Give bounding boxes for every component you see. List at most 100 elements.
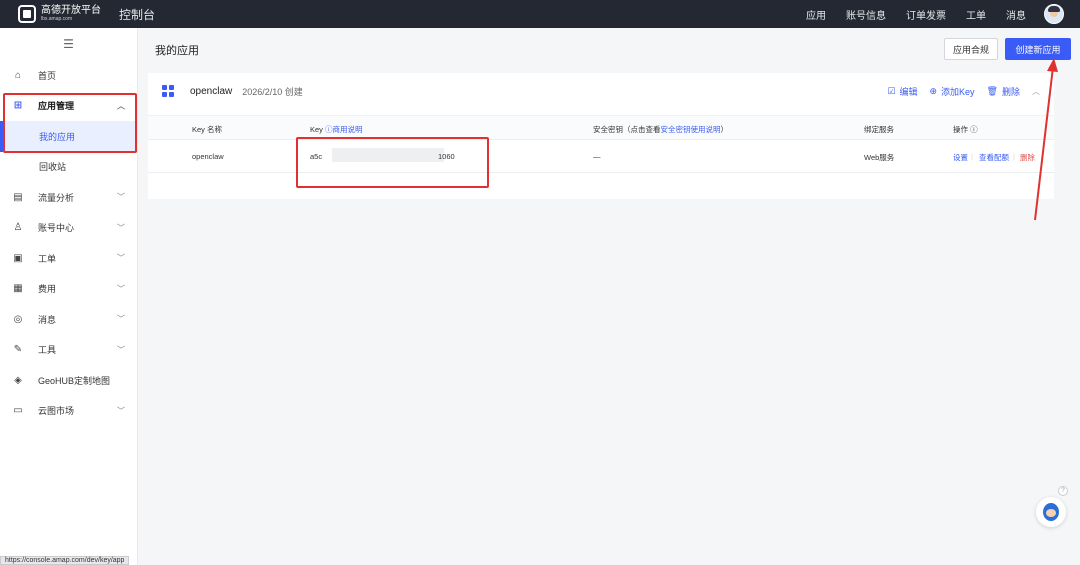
page-title: 我的应用 (155, 45, 199, 57)
sidebar-item-traffic[interactable]: ▤ 流量分析 ﹀ (0, 182, 137, 213)
divider: | (1013, 152, 1015, 161)
chevron-down-icon: ﹀ (117, 345, 125, 355)
sidebar-item-label: 应用管理 (38, 101, 75, 112)
nav-tickets[interactable]: 工单 (966, 7, 986, 22)
app-name: openclaw (190, 85, 233, 97)
chevron-down-icon: ﹀ (117, 192, 125, 202)
chevron-down-icon: ﹀ (117, 314, 125, 324)
col-ops-label: 操作 (953, 125, 968, 134)
logo-icon (18, 5, 36, 23)
nav-account[interactable]: 账号信息 (846, 7, 886, 22)
sidebar-item-label: 流量分析 (38, 192, 75, 203)
sidebar-item-label: 账号中心 (38, 223, 75, 234)
delete-app-button[interactable]: 🗑 删除 (987, 85, 1020, 98)
chart-icon: ▤ (13, 191, 23, 203)
sidebar-item-label: 工单 (38, 253, 57, 264)
app-created-date: 2026/2/10 创建 (242, 86, 303, 97)
edit-icon: ☑ (887, 85, 896, 96)
store-icon: ▭ (13, 405, 23, 417)
app-card: openclaw 2026/2/10 创建 ☑ 编辑 ⊕ 添加Key 🗑 删除 ︿ K… (148, 73, 1054, 199)
app-card-header: openclaw 2026/2/10 创建 ☑ 编辑 ⊕ 添加Key 🗑 删除 ︿ (148, 73, 1054, 109)
wrench-icon: ✎ (13, 344, 23, 356)
sidebar-item-label: 消息 (38, 314, 57, 325)
top-nav: 应用 账号信息 订单发票 工单 消息 (786, 4, 1080, 24)
secret-help-link[interactable]: 安全密钥使用说明 (661, 125, 721, 134)
sidebar-item-label: 首页 (38, 70, 57, 81)
annotation-arrow (1034, 58, 1058, 221)
view-quota-link[interactable]: 查看配额 (979, 152, 1009, 163)
help-circle-icon: ⓘ (325, 125, 333, 134)
row-key-suffix: 1060 (438, 152, 455, 161)
add-key-button[interactable]: ⊕ 添加Key (929, 85, 974, 98)
status-url: https://console.amap.com/dev/key/app (0, 556, 130, 565)
user-icon: ♙ (13, 222, 23, 234)
chevron-up-icon: ︿ (117, 101, 125, 111)
col-key-name: Key 名称 (192, 125, 223, 134)
col-key-label: Key (310, 125, 323, 134)
grid-icon: ⊞ (13, 100, 23, 112)
chevron-down-icon: ﹀ (117, 223, 125, 233)
col-service: 绑定服务 (864, 125, 894, 134)
col-ops: 操作 ⓘ (953, 124, 978, 135)
support-assistant-avatar[interactable] (1036, 497, 1066, 527)
console-title[interactable]: 控制台 (119, 6, 155, 23)
sidebar-item-tools[interactable]: ✎ 工具 ﹀ (0, 335, 137, 366)
sidebar-item-label: GeoHUB定制地图 (38, 375, 111, 386)
sidebar-item-home[interactable]: ⌂ 首页 (0, 60, 137, 91)
sidebar-item-label: 回收站 (39, 162, 67, 173)
top-bar: 高德开放平台 lbs.amap.com 控制台 应用 账号信息 订单发票 工单 … (0, 0, 1080, 28)
sidebar-item-my-apps[interactable]: 我的应用 (0, 121, 137, 152)
nav-apps[interactable]: 应用 (806, 7, 826, 22)
sidebar-item-messages[interactable]: ◎ 消息 ﹀ (0, 304, 137, 335)
sidebar-item-tickets[interactable]: ▣ 工单 ﹀ (0, 243, 137, 274)
info-icon: ⓘ (970, 125, 978, 134)
col-secret-close: ） (720, 125, 729, 134)
edit-label: 编辑 (899, 86, 918, 97)
commercial-info-link[interactable]: 商用说明 (333, 125, 363, 134)
main-content: 我的应用 应用合规 创建新应用 openclaw 2026/2/10 创建 ☑ 编… (139, 28, 1080, 565)
sidebar-item-label: 工具 (38, 345, 57, 356)
row-service: Web服务 (864, 153, 895, 162)
app-compliance-button[interactable]: 应用合规 (944, 38, 998, 60)
chevron-down-icon: ﹀ (117, 406, 125, 416)
chevron-down-icon: ﹀ (117, 253, 125, 263)
user-avatar[interactable] (1044, 4, 1064, 24)
edit-app-button[interactable]: ☑ 编辑 (887, 85, 917, 98)
row-secret[interactable]: — (593, 152, 601, 161)
sidebar-item-geohub[interactable]: ◈ GeoHUB定制地图 (0, 365, 137, 396)
trash-icon: 🗑 (986, 85, 998, 96)
menu-icon[interactable]: ☰ (0, 28, 137, 60)
chevron-down-icon: ﹀ (117, 284, 125, 294)
amap-logo[interactable]: 高德开放平台 lbs.amap.com (18, 5, 101, 23)
settings-link[interactable]: 设置 (953, 152, 968, 163)
add-circle-icon: ⊕ (929, 85, 938, 96)
nav-messages[interactable]: 消息 (1006, 7, 1026, 22)
col-secret: 安全密钥（点击查看安全密钥使用说明） (593, 124, 728, 135)
col-key: Key ⓘ商用说明 (310, 124, 363, 135)
logo-domain: lbs.amap.com (41, 16, 73, 22)
sidebar-item-label: 我的应用 (39, 131, 76, 142)
table-row: openclaw a5c 1060 — Web服务 设置 | 查看配额 | 删除 (148, 140, 1054, 173)
sidebar-item-account[interactable]: ♙ 账号中心 ﹀ (0, 213, 137, 244)
layers-icon: ◈ (14, 374, 22, 386)
sidebar-item-app-management[interactable]: ⊞ 应用管理 ︿ (0, 91, 137, 122)
sidebar-item-market[interactable]: ▭ 云图市场 ﹀ (0, 396, 137, 427)
add-key-label: 添加Key (941, 86, 975, 97)
row-key-name: openclaw (192, 152, 224, 161)
sidebar-item-label: 费用 (38, 284, 57, 295)
divider: | (971, 152, 973, 161)
home-icon: ⌂ (14, 69, 22, 81)
row-key-prefix: a5c (310, 152, 323, 161)
key-redaction-mask (332, 148, 444, 162)
sidebar-item-recycle-bin[interactable]: 回收站 (0, 152, 137, 183)
delete-label: 删除 (1001, 86, 1020, 97)
close-icon[interactable]: ? (1058, 486, 1068, 496)
nav-invoices[interactable]: 订单发票 (906, 7, 946, 22)
col-secret-label: 安全密钥（点击查看 (593, 125, 661, 134)
billing-icon: ▦ (13, 283, 23, 295)
key-table-header: Key 名称 Key ⓘ商用说明 安全密钥（点击查看安全密钥使用说明） 绑定服务… (148, 115, 1054, 140)
app-grid-icon (162, 85, 174, 97)
sidebar: ☰ ⌂ 首页 ⊞ 应用管理 ︿ 我的应用 回收站 ▤ 流量分析 ﹀ ♙ 账号中心… (0, 28, 138, 565)
sidebar-item-label: 云图市场 (38, 406, 75, 417)
sidebar-item-billing[interactable]: ▦ 费用 ﹀ (0, 274, 137, 305)
